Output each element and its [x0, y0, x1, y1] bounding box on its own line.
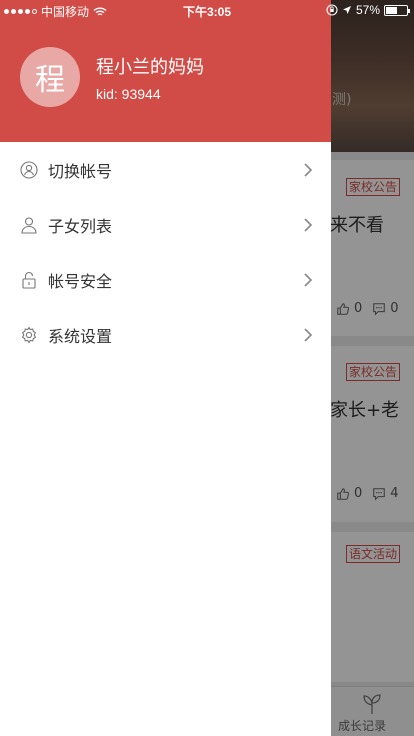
gear-icon — [21, 325, 37, 344]
profile-header[interactable]: 程 程小兰的妈妈 kid: 93944 — [0, 0, 331, 142]
menu-item-switch-account[interactable]: 切换帐号 — [0, 142, 331, 197]
chevron-right-icon — [304, 327, 313, 342]
menu-item-label: 切换帐号 — [48, 161, 113, 181]
battery-percent: 57% — [355, 3, 380, 17]
location-icon — [342, 6, 351, 14]
menu-item-label: 子女列表 — [48, 216, 113, 236]
menu-item-children-list[interactable]: 子女列表 — [0, 197, 331, 252]
lock-icon — [22, 271, 36, 289]
battery-icon — [384, 4, 410, 16]
switch-account-icon — [20, 160, 38, 179]
chevron-right-icon — [304, 162, 313, 177]
status-right: 57% — [326, 3, 410, 17]
person-icon — [21, 216, 37, 234]
user-name: 程小兰的妈妈 — [96, 57, 204, 78]
status-bar: 中国移动 下午3:05 57% — [0, 0, 414, 20]
menu-item-label: 系统设置 — [48, 326, 113, 346]
orientation-lock-icon — [326, 4, 338, 16]
chevron-right-icon — [304, 272, 313, 287]
side-drawer: 程 程小兰的妈妈 kid: 93944 切换帐号 子女列表 帐号安全 系统设置 — [0, 0, 331, 736]
menu-item-account-security[interactable]: 帐号安全 — [0, 252, 331, 307]
user-kid: kid: 93944 — [96, 86, 161, 102]
menu-item-system-settings[interactable]: 系统设置 — [0, 307, 331, 362]
chevron-right-icon — [304, 217, 313, 232]
menu-item-label: 帐号安全 — [48, 271, 113, 291]
avatar[interactable]: 程 — [20, 47, 80, 107]
